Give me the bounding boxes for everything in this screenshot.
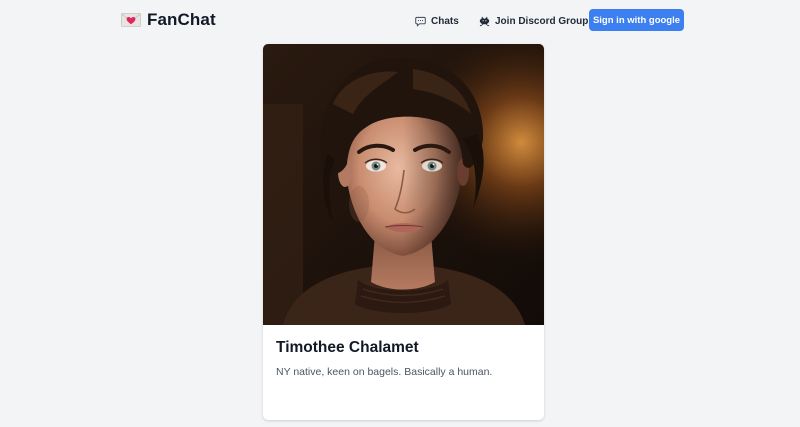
brand-name: FanChat — [147, 10, 216, 29]
character-name: Timothee Chalamet — [276, 339, 419, 356]
character-description: NY native, keen on bagels. Basically a h… — [276, 366, 493, 378]
speech-bubble-icon — [415, 16, 426, 27]
alien-monster-icon — [479, 16, 490, 26]
sign-in-google-button[interactable]: Sign in with google — [589, 9, 684, 31]
nav-chats-link[interactable]: Chats — [415, 13, 459, 29]
character-card[interactable]: Timothee Chalamet NY native, keen on bag… — [263, 44, 544, 420]
nav-chats-label: Chats — [431, 15, 459, 27]
top-navbar: FanChat Chats Join Discord Group Sign in… — [0, 0, 800, 40]
nav-discord-link[interactable]: Join Discord Group — [479, 13, 588, 29]
brand-logo-link[interactable]: FanChat — [121, 9, 216, 31]
love-letter-icon — [121, 13, 141, 27]
character-portrait — [263, 44, 544, 325]
nav-discord-label: Join Discord Group — [495, 15, 589, 27]
